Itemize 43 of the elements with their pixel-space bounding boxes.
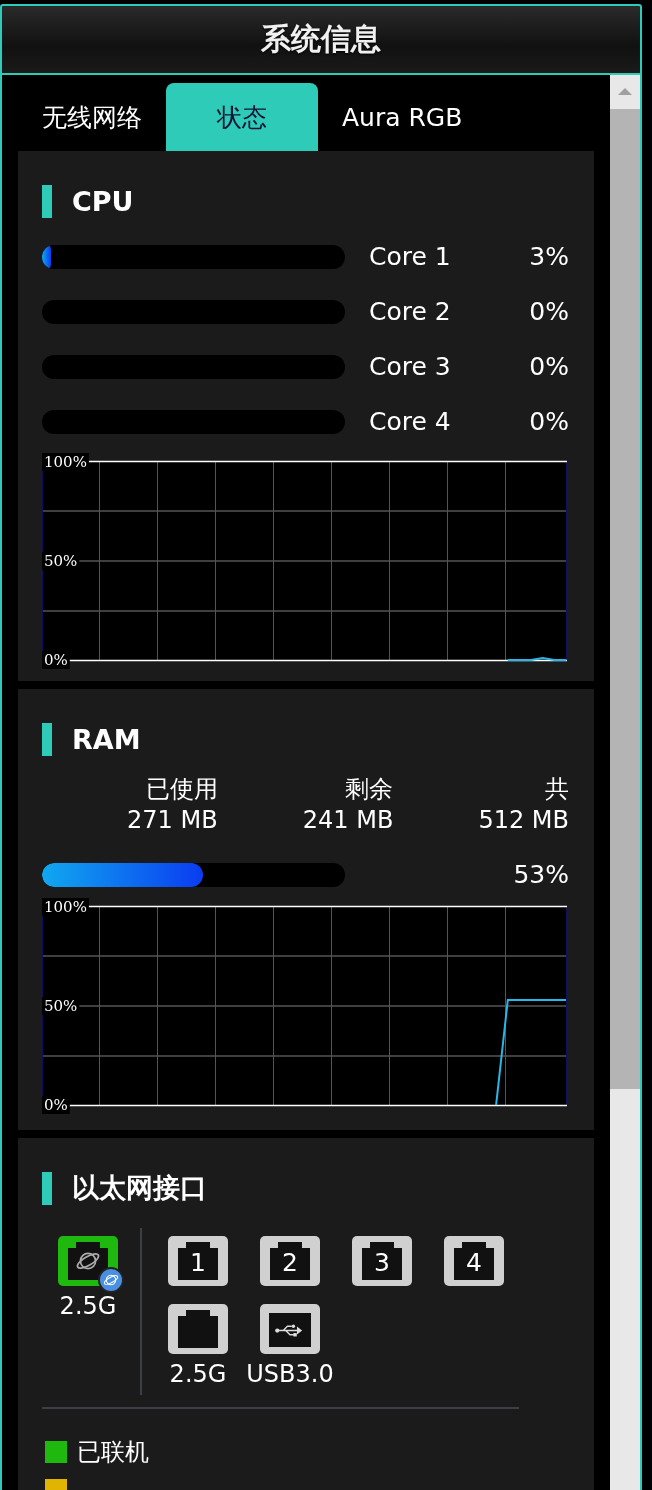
port-number: 3 [373,1248,391,1278]
port-label: 2.5G [59,1292,117,1320]
core-label: Core 1 [369,242,452,271]
tab[interactable]: 无线网络 [18,83,166,151]
section-title: RAM [72,723,141,755]
axis-label: 50% [44,997,78,1015]
section-marker [42,722,52,756]
port-label: 2.5G [169,1360,227,1388]
globe-badge-icon [98,1267,124,1293]
core-label: Core 3 [369,352,452,381]
axis-label: 0% [44,1096,68,1114]
port-number: 4 [465,1248,483,1278]
core-usage: 0% [529,352,569,381]
port-label: USB3.0 [246,1360,334,1388]
axis-label: 100% [44,898,87,916]
ram-usage: 53% [513,860,569,889]
chart-line [506,657,567,661]
axis-label: 50% [44,552,78,570]
axis-label: 100% [44,453,87,471]
core-usage: 0% [529,407,569,436]
section-marker [42,184,52,218]
scrollbar-thumb[interactable] [610,109,640,1089]
section-marker [42,1171,52,1205]
stat-value: 241 MB [302,805,394,836]
stat-value: 271 MB [127,805,218,836]
window-title: 系统信息 [261,20,381,58]
axis-label: 0% [44,651,68,669]
core-label: Core 4 [369,407,452,436]
section-title: 以太网接口 [72,1171,207,1205]
legend-label: 已联机 [77,1437,149,1468]
core-usage: 3% [529,242,569,271]
core-usage: 0% [529,297,569,326]
stat-label: 共 [545,774,569,805]
port-number: 2 [281,1248,299,1278]
stat-label: 剩余 [345,774,394,805]
port-number: 1 [189,1248,207,1278]
stat-label: 已使用 [145,774,218,805]
core-label: Core 2 [369,297,452,326]
tab[interactable]: Aura RGB [318,83,487,151]
tab[interactable]: 状态 [166,83,318,151]
scrollbar-track[interactable] [610,75,640,1490]
stat-value: 512 MB [478,805,569,836]
section-title: CPU [72,185,134,217]
